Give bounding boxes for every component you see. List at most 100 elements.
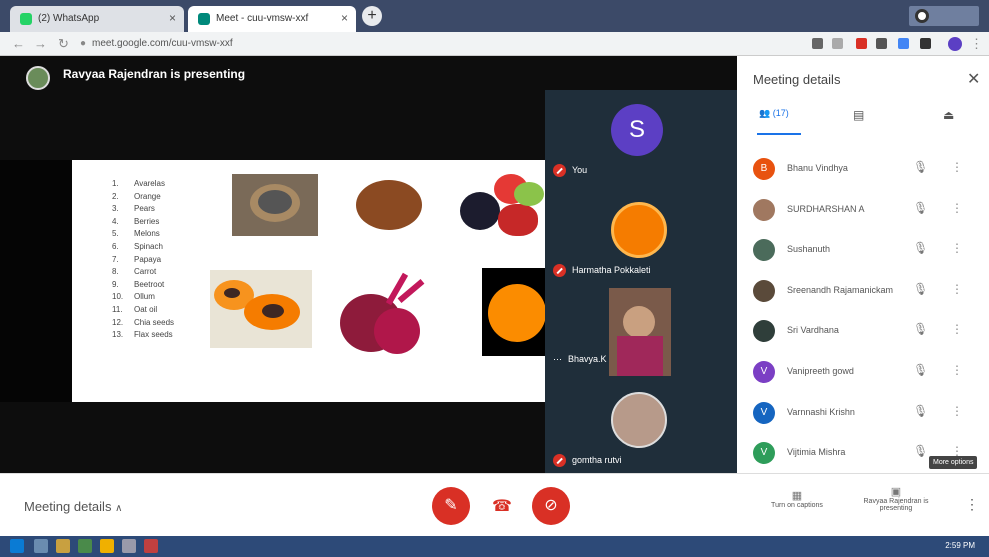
- url-field[interactable]: meet.google.com/cuu-vmsw-xxf: [92, 36, 233, 52]
- reload-icon[interactable]: ↻: [58, 36, 69, 52]
- more-options-icon[interactable]: ⋮: [951, 241, 963, 255]
- list-number: 12.: [112, 317, 124, 327]
- tile-participant[interactable]: gomtha rutvi: [545, 382, 737, 473]
- participant-row[interactable]: V Varnnashi Krishn 🎙 ⋮: [737, 394, 989, 434]
- start-icon[interactable]: [10, 539, 24, 553]
- list-number: 9.: [112, 279, 119, 289]
- more-options-icon[interactable]: ⋮: [951, 282, 963, 296]
- tile-name: You: [572, 164, 588, 175]
- tab-meet[interactable]: Meet - cuu-vmsw-xxf ×: [188, 6, 356, 32]
- tile-participant[interactable]: ⋯ Bhavya.K: [545, 282, 737, 378]
- tab-people[interactable]: 👥 (17): [759, 108, 789, 119]
- more-options-icon[interactable]: ⋮: [951, 404, 963, 418]
- app-icon[interactable]: [34, 539, 48, 553]
- extension-icon[interactable]: [856, 38, 867, 49]
- list-text: Orange: [134, 191, 161, 201]
- avatar: [753, 279, 775, 302]
- meeting-details-toggle[interactable]: Meeting details ∧: [24, 499, 122, 514]
- tile-label: Harmatha Pokkaleti: [553, 264, 651, 277]
- more-options-icon[interactable]: ⋮: [951, 201, 963, 215]
- hangup-button[interactable]: ☎: [492, 496, 512, 516]
- puzzle-icon[interactable]: [920, 38, 931, 49]
- chat-icon: ▤: [853, 108, 865, 122]
- more-icon[interactable]: ⋯: [553, 354, 562, 364]
- phone-hangup-icon: ☎: [492, 498, 512, 515]
- list-text: Ollum: [134, 292, 155, 302]
- list-item: 11. Oat oil: [112, 304, 174, 317]
- close-icon[interactable]: ×: [169, 11, 176, 25]
- mic-off-icon: [553, 164, 566, 177]
- flax-seeds-image: [356, 180, 422, 230]
- close-icon[interactable]: ×: [341, 11, 348, 25]
- participant-row[interactable]: V Vanipreeth gowd 🎙 ⋮: [737, 353, 989, 393]
- more-options-icon[interactable]: ⋮: [951, 160, 963, 174]
- star-icon[interactable]: [832, 38, 843, 49]
- present-icon: ▣: [890, 486, 902, 498]
- tile-name: Harmatha Pokkaleti: [572, 264, 651, 275]
- tile-name: gomtha rutvi: [572, 454, 622, 465]
- more-options-button[interactable]: ⋮: [965, 496, 979, 513]
- slide-margin: [0, 160, 72, 402]
- present-button[interactable]: ▣ Ravyaa Rajendran is presenting: [851, 485, 941, 512]
- tile-label: You: [553, 164, 587, 177]
- participant-row[interactable]: Sushanuth 🎙 ⋮: [737, 231, 989, 271]
- participant-row[interactable]: SURDHARSHAN A 🎙 ⋮: [737, 191, 989, 231]
- mic-off-icon: 🎙: [913, 200, 929, 215]
- list-text: Pears: [134, 204, 155, 214]
- beetroot-image: [334, 272, 438, 358]
- camera-icon[interactable]: [812, 38, 823, 49]
- new-tab-button[interactable]: +: [362, 6, 382, 26]
- list-text: Berries: [134, 216, 160, 226]
- tab-title: Meet - cuu-vmsw-xxf: [216, 13, 309, 24]
- clock: 2:59 PM: [945, 541, 975, 550]
- captions-button[interactable]: ▦ Turn on captions: [765, 489, 829, 509]
- berries-image: [458, 174, 545, 242]
- bottom-bar-right: ▦ Turn on captions ▣ Ravyaa Rajendran is…: [737, 473, 989, 536]
- bottom-bar: Meeting details ∧ ✎ ☎ ⊘: [0, 473, 737, 536]
- participant-name: Sreenandh Rajamanickam: [787, 284, 894, 295]
- list-number: 3.: [112, 204, 119, 214]
- tile-you[interactable]: S You: [545, 90, 737, 177]
- more-options-icon[interactable]: ⋮: [951, 322, 963, 336]
- camera-toggle-button[interactable]: ⊘: [532, 487, 570, 525]
- list-item: 8. Carrot: [112, 266, 174, 279]
- presentation-stage: Ravyaa Rajendran is presenting 1. Avarela…: [0, 56, 737, 473]
- list-number: 2.: [112, 191, 119, 201]
- folder-icon[interactable]: [56, 539, 70, 553]
- chevron-up-icon: ∧: [115, 503, 123, 514]
- record-icon: [915, 9, 929, 23]
- avatar: [753, 239, 775, 262]
- participant-row[interactable]: Sreenandh Rajamanickam 🎙 ⋮: [737, 272, 989, 312]
- more-options-icon[interactable]: ⋮: [951, 363, 963, 377]
- chrome-icon[interactable]: [100, 539, 114, 553]
- back-icon[interactable]: ←: [12, 36, 25, 52]
- tab-chat[interactable]: ▤: [853, 108, 864, 122]
- close-icon[interactable]: ✕: [967, 69, 980, 89]
- presenter-text: Ravyaa Rajendran is presenting: [63, 67, 246, 81]
- list-item: 7. Papaya: [112, 254, 174, 267]
- app-icon[interactable]: [122, 539, 136, 553]
- mic-off-icon: 🎙: [913, 444, 929, 459]
- mic-toggle-button[interactable]: ✎: [432, 487, 470, 525]
- extension-icon[interactable]: [876, 38, 887, 49]
- list-text: Flax seeds: [134, 330, 173, 340]
- list-item: 1. Avarelas: [112, 178, 174, 191]
- translate-icon[interactable]: [898, 38, 909, 49]
- mic-off-icon: [553, 264, 566, 277]
- tab-whatsapp[interactable]: (2) WhatsApp ×: [10, 6, 184, 32]
- list-text: Spinach: [134, 241, 163, 251]
- avatar: [611, 202, 667, 258]
- app-icon[interactable]: [144, 539, 158, 553]
- menu-icon[interactable]: ⋮: [970, 36, 983, 52]
- tab-activities[interactable]: ⏏: [943, 108, 954, 122]
- window-controls[interactable]: [909, 6, 979, 26]
- avatar: [26, 66, 50, 90]
- participant-row[interactable]: Sri Vardhana 🎙 ⋮: [737, 312, 989, 352]
- forward-icon[interactable]: →: [34, 36, 47, 52]
- list-text: Avarelas: [134, 179, 165, 188]
- participant-row[interactable]: B Bhanu Vindhya 🎙 ⋮: [737, 150, 989, 190]
- profile-avatar[interactable]: [948, 37, 962, 51]
- tile-participant[interactable]: Harmatha Pokkaleti: [545, 182, 737, 278]
- app-icon[interactable]: [78, 539, 92, 553]
- avatar: V: [753, 401, 775, 424]
